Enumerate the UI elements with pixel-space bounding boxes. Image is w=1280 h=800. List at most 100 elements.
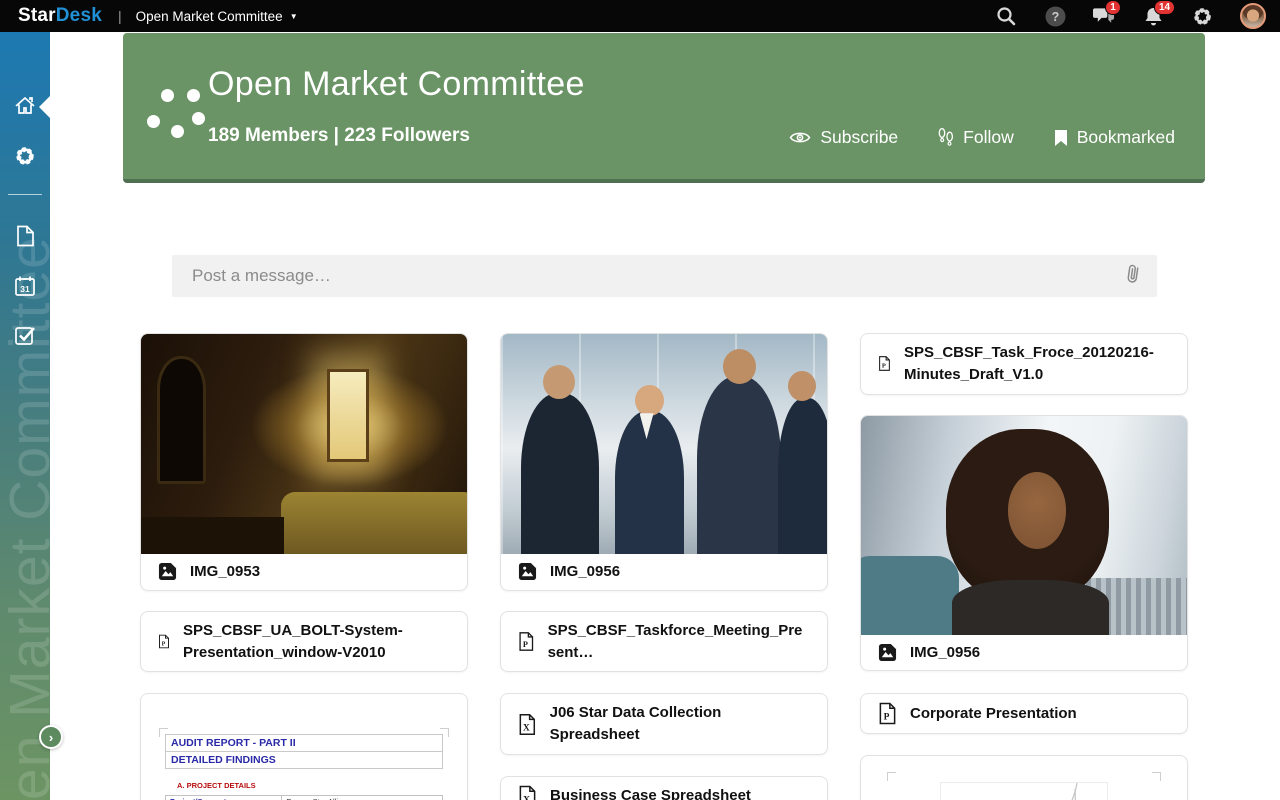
audit-title-1: AUDIT REPORT - PART II: [165, 734, 443, 752]
svg-text:P: P: [882, 363, 886, 370]
sidebar-item-tasks[interactable]: [0, 316, 50, 356]
topbar-divider: |: [118, 8, 122, 24]
card-footer: IMG_0956: [861, 635, 1187, 671]
footprints-icon: [938, 128, 954, 147]
file-card-business-case-spreadsheet[interactable]: X Business Case Spreadsheet: [500, 776, 828, 800]
file-name: IMG_0953: [190, 561, 260, 583]
doc-preview-biosphere[interactable]: BIOSPHERE CONNECTIONS UNESCO:MAB: [860, 755, 1188, 800]
search-button[interactable]: [995, 5, 1017, 27]
gear-icon: [1192, 6, 1213, 27]
brand-star: Star: [18, 5, 56, 26]
file-name: IMG_0956: [550, 561, 620, 583]
page-title: Open Market Committee: [208, 65, 585, 104]
doc-preview-audit-report[interactable]: AUDIT REPORT - PART II DETAILED FINDINGS…: [140, 693, 468, 800]
image-file-icon: [158, 562, 177, 581]
post-message-input[interactable]: [192, 266, 1125, 286]
calendar-day-label: 31: [20, 284, 30, 294]
xls-file-icon: X: [518, 713, 537, 736]
branch-lines: [1009, 783, 1099, 800]
image-file-icon: [518, 562, 537, 581]
group-stats: 189 Members | 223 Followers: [208, 125, 470, 147]
attach-button[interactable]: [1123, 262, 1143, 291]
check-square-icon: [14, 325, 36, 347]
sidebar-item-documents[interactable]: [0, 216, 50, 256]
bookmarked-button[interactable]: Bookmarked: [1054, 127, 1175, 148]
post-composer: [172, 255, 1157, 297]
follow-label: Follow: [963, 127, 1014, 148]
group-header: Open Market Committee 189 Members | 223 …: [123, 33, 1205, 183]
ppt-file-icon: P: [878, 352, 891, 375]
audit-table: Project/Support Group/MangementID: Europ…: [165, 795, 443, 800]
file-card-taskforce-minutes[interactable]: P SPS_CBSF_Task_Froce_20120216-Minutes_D…: [860, 333, 1188, 395]
active-page-indicator: [39, 96, 50, 118]
table-row: Project/Support Group/MangementID: Europ…: [166, 796, 443, 800]
photo-img-0956-portrait: [861, 416, 1187, 635]
brand-desk: Desk: [56, 5, 102, 26]
biosphere-doc-body: BIOSPHERE CONNECTIONS UNESCO:MAB: [861, 756, 1187, 800]
svg-text:X: X: [523, 723, 530, 733]
settings-button[interactable]: [1191, 5, 1213, 27]
card-column-2: IMG_0956 P SPS_CBSF_Taskforce_Meeting_Pr…: [500, 333, 828, 800]
svg-text:P: P: [523, 640, 528, 649]
audit-doc-body: AUDIT REPORT - PART II DETAILED FINDINGS…: [141, 694, 467, 800]
file-card-taskforce-presentation[interactable]: P SPS_CBSF_Taskforce_Meeting_Present…: [500, 611, 828, 673]
doc-margin-mark: [159, 728, 168, 737]
eye-icon: [789, 130, 811, 145]
card-footer: IMG_0953: [141, 554, 467, 590]
file-card-bolt-presentation[interactable]: P SPS_CBSF_UA_BOLT-System-Presentation_w…: [140, 611, 468, 673]
svg-text:P: P: [162, 641, 166, 647]
image-card-img-0956-portrait[interactable]: IMG_0956: [860, 415, 1188, 672]
image-card-img-0956-meeting[interactable]: IMG_0956: [500, 333, 828, 591]
card-footer: IMG_0956: [501, 554, 827, 590]
file-card-corporate-presentation[interactable]: P Corporate Presentation: [860, 693, 1188, 734]
bookmark-icon: [1054, 129, 1068, 147]
card-column-1: IMG_0953 P SPS_CBSF_UA_BOLT-System-Prese…: [140, 333, 468, 800]
paperclip-icon: [1124, 262, 1143, 286]
image-card-img-0953[interactable]: IMG_0953: [140, 333, 468, 591]
card-column-3: P SPS_CBSF_Task_Froce_20120216-Minutes_D…: [860, 333, 1188, 800]
ppt-file-icon: P: [518, 630, 535, 653]
file-name: J06 Star Data Collection Spreadsheet: [550, 702, 810, 746]
gear-icon: [14, 145, 36, 167]
file-name: SPS_CBSF_Taskforce_Meeting_Present…: [548, 620, 810, 664]
subscribe-button[interactable]: Subscribe: [789, 127, 898, 148]
topbar-actions: ? 1 14: [995, 3, 1266, 29]
chevron-right-icon: ›: [49, 730, 53, 745]
context-label: Open Market Committee: [136, 9, 283, 24]
context-switcher[interactable]: Open Market Committee ▼: [136, 9, 298, 24]
svg-text:P: P: [884, 713, 890, 723]
photo-img-0953: [141, 334, 467, 554]
chevron-down-icon: ▼: [290, 12, 298, 21]
sidebar-item-calendar[interactable]: 31: [0, 266, 50, 306]
ppt-file-icon: P: [158, 630, 170, 653]
notifications-button[interactable]: 14: [1142, 5, 1164, 27]
image-file-icon: [878, 643, 897, 662]
subscribe-label: Subscribe: [820, 127, 898, 148]
file-name: SPS_CBSF_UA_BOLT-System-Presentation_win…: [183, 620, 450, 664]
file-name: SPS_CBSF_Task_Froce_20120216-Minutes_Dra…: [904, 342, 1170, 386]
sidebar-divider: [8, 194, 42, 195]
file-card-data-collection-spreadsheet[interactable]: X J06 Star Data Collection Spreadsheet: [500, 693, 828, 755]
biosphere-slide: BIOSPHERE CONNECTIONS UNESCO:MAB: [940, 782, 1108, 800]
file-name: Business Case Spreadsheet: [550, 785, 751, 800]
photo-img-0956-meeting: [501, 334, 827, 554]
follow-button[interactable]: Follow: [938, 127, 1014, 148]
file-name: Corporate Presentation: [910, 703, 1077, 725]
sidebar-expand-button[interactable]: ›: [39, 725, 63, 749]
doc-margin-mark: [1152, 772, 1161, 781]
notifications-badge: 14: [1154, 0, 1175, 15]
ppt-file-icon: P: [878, 702, 897, 725]
audit-section-heading: A. PROJECT DETAILS: [177, 781, 443, 790]
left-sidebar: Open Market Committee 31: [0, 32, 50, 800]
bookmarked-label: Bookmarked: [1077, 127, 1175, 148]
group-actions: Subscribe Follow Bookmarked: [789, 127, 1175, 148]
doc-margin-mark: [887, 772, 896, 781]
messages-button[interactable]: 1: [1093, 5, 1115, 27]
file-name: IMG_0956: [910, 642, 980, 664]
xls-file-icon: X: [518, 785, 537, 800]
app-logo[interactable]: StarDesk: [18, 5, 102, 27]
user-avatar[interactable]: [1240, 3, 1266, 29]
help-button[interactable]: ?: [1044, 5, 1066, 27]
sidebar-item-settings[interactable]: [0, 136, 50, 176]
top-bar: StarDesk | Open Market Committee ▼ ? 1 1…: [0, 0, 1280, 32]
